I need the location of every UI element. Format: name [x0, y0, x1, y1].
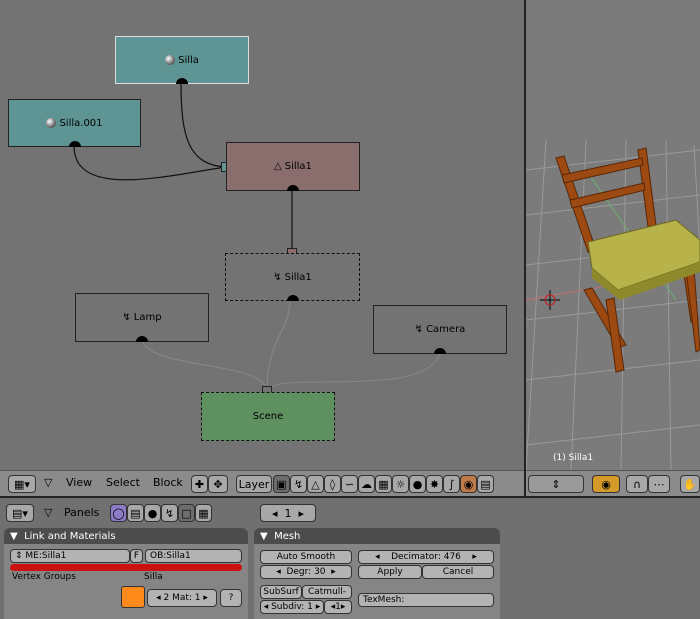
oops-node-silla1-object[interactable]: △ Silla1: [226, 142, 360, 191]
object-icon[interactable]: ↯: [161, 504, 178, 522]
cloud-icon[interactable]: ☁: [358, 475, 375, 493]
layer-button[interactable]: Layer: [236, 475, 272, 493]
subsurf-type-select[interactable]: Catmull-: [302, 585, 352, 599]
material-query-button[interactable]: ?: [220, 589, 242, 607]
collapse-triangle-icon[interactable]: ▽: [44, 476, 52, 489]
editor-type-icon[interactable]: ▦▾: [8, 475, 36, 493]
axes-icon: ↯: [273, 271, 282, 283]
axes-icon: ↯: [122, 312, 131, 323]
grid-icon[interactable]: ▦: [375, 475, 392, 493]
pan-icon[interactable]: ✥: [208, 475, 228, 493]
object-name-label: (1) Silla1: [553, 453, 594, 463]
mesh-triangle-icon: △: [274, 161, 282, 172]
text-icon[interactable]: ▤: [477, 475, 494, 493]
hand-icon[interactable]: ✋: [680, 475, 700, 493]
snap-icon[interactable]: ∩: [626, 475, 648, 493]
frame-field[interactable]: ◂ 1 ▸: [260, 504, 316, 522]
curve-icon[interactable]: ∽: [341, 475, 358, 493]
mesh-datablock-field[interactable]: ⇕ ME:Silla1: [10, 549, 130, 563]
editing-icon[interactable]: □: [178, 504, 195, 522]
oops-node-scene[interactable]: Scene: [201, 392, 335, 441]
object-ball-icon: [46, 118, 57, 128]
menu-block[interactable]: Block: [153, 476, 183, 489]
buttons-window: ▤▾ ▽ Panels ◯ ▤ ● ↯ □ ▦ ◂ 1 ▸ ▼ Link and…: [0, 496, 700, 619]
chevron-right-icon: ▸: [200, 593, 208, 603]
scene-icon[interactable]: ▦: [195, 504, 212, 522]
material-color-swatch[interactable]: [121, 586, 145, 608]
object-ball-icon: [165, 55, 176, 65]
viewport-shading-select[interactable]: ⇕: [528, 475, 584, 493]
axes-icon: ↯: [414, 324, 424, 335]
chevron-left-icon: ◂: [276, 567, 287, 577]
apply-button[interactable]: Apply: [358, 565, 422, 579]
material-index-field[interactable]: ◂ 2 Mat: 1 ▸: [147, 589, 217, 607]
material-icon[interactable]: ✸: [426, 475, 443, 493]
fake-user-button[interactable]: F: [130, 549, 143, 563]
mesh-icon[interactable]: △: [307, 475, 324, 493]
vertex-groups-label: Vertex Groups: [12, 572, 76, 582]
render-icon[interactable]: ◉: [460, 475, 477, 493]
panel-link-materials-header[interactable]: ▼ Link and Materials: [4, 528, 248, 544]
ipo-icon[interactable]: ∫: [443, 475, 460, 493]
oops-node-silla1-mesh[interactable]: ↯ Silla1: [225, 253, 360, 301]
3d-view-header: ⇕ ◉ ∩ ⋯ ✋: [526, 470, 700, 497]
chevron-left-icon: ◂: [375, 552, 392, 562]
auto-smooth-button[interactable]: Auto Smooth: [260, 550, 352, 564]
pivot-icon[interactable]: ◉: [592, 475, 620, 493]
subsurf-toggle[interactable]: SubSurf: [260, 585, 302, 599]
degr-field[interactable]: ◂ Degr: 30 ▸: [260, 565, 352, 579]
decimator-field[interactable]: ◂ Decimator: 476 ▸: [358, 550, 494, 564]
oops-node-silla[interactable]: Silla: [115, 36, 249, 84]
3d-scene: [526, 139, 700, 470]
chevron-right-icon: ▸: [460, 552, 477, 562]
chevron-right-icon: ▸: [325, 567, 336, 577]
sphere-icon[interactable]: ●: [409, 475, 426, 493]
panel-mesh-header[interactable]: ▼ Mesh: [254, 528, 500, 544]
oops-node-silla001[interactable]: Silla.001: [8, 99, 141, 147]
image-icon[interactable]: ▣: [273, 475, 290, 493]
shading-icon[interactable]: ●: [144, 504, 161, 522]
menu-view[interactable]: View: [66, 476, 92, 489]
3d-viewport[interactable]: (1) Silla1: [526, 0, 700, 470]
texmesh-field[interactable]: TexMesh:: [358, 593, 494, 607]
material-name-label: Silla: [144, 572, 163, 582]
chevron-left-icon: ◂: [156, 593, 164, 603]
oops-header: ▦▾ ▽ View Select Block ✚ ✥ Layer ▣ ↯ △ ◊…: [0, 470, 524, 497]
cancel-button[interactable]: Cancel: [422, 565, 494, 579]
panels-label: Panels: [64, 506, 100, 519]
oops-node-lamp[interactable]: ↯ Lamp: [75, 293, 209, 342]
chevron-left-icon: ◂: [263, 602, 272, 612]
chevron-left-icon: ◂: [271, 506, 285, 520]
chevron-right-icon: ▸: [291, 506, 305, 520]
chevron-right-icon: ▸: [312, 602, 321, 612]
zoom-icon[interactable]: ✚: [191, 475, 208, 493]
lamp-icon[interactable]: ☼: [392, 475, 409, 493]
collapse-triangle-icon[interactable]: ▽: [44, 506, 52, 519]
logic-icon[interactable]: ◯: [110, 504, 127, 522]
armature-icon[interactable]: ↯: [290, 475, 307, 493]
chevron-right-icon: ▸: [340, 602, 346, 612]
red-annotation-bar: [10, 564, 242, 571]
script-icon[interactable]: ▤: [127, 504, 144, 522]
proportional-icon[interactable]: ⋯: [648, 475, 670, 493]
editor-type-icon[interactable]: ▤▾: [6, 504, 34, 522]
oops-node-camera[interactable]: ↯ Camera: [373, 305, 507, 354]
object-datablock-field[interactable]: OB:Silla1: [145, 549, 242, 563]
subdiv-field[interactable]: ◂ Subdiv: 1 ▸: [260, 600, 324, 614]
menu-select[interactable]: Select: [106, 476, 140, 489]
subdiv-render-field[interactable]: ◂ 1 ▸: [324, 600, 352, 614]
oops-schematic-view[interactable]: Silla Silla.001 △ Silla1 ↯ Silla1 ↯ Lamp ↯ C…: [0, 0, 524, 470]
lattice-icon[interactable]: ◊: [324, 475, 341, 493]
